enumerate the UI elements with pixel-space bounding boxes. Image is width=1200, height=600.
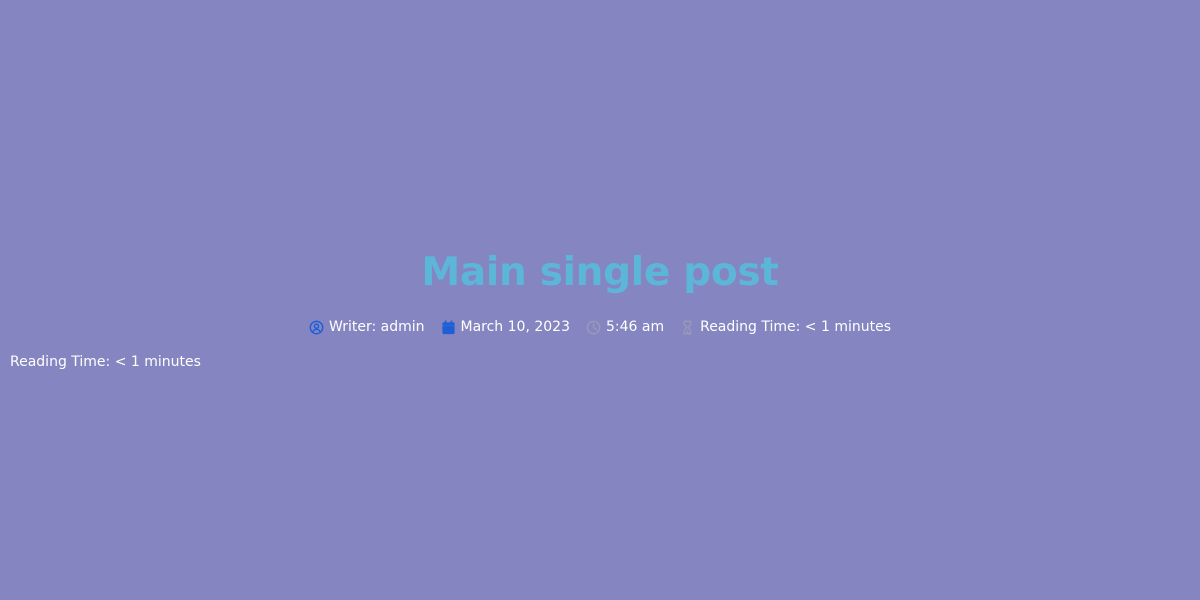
page: Main single post Writer: admin March 10,… xyxy=(0,0,1200,600)
meta-time: 5:46 am xyxy=(586,317,664,337)
content-reading-time: Reading Time: < 1 minutes xyxy=(10,354,201,370)
calendar-icon xyxy=(441,319,456,335)
meta-reading-time: Reading Time: < 1 minutes xyxy=(680,317,891,337)
user-circle-icon xyxy=(309,320,324,335)
meta-date[interactable]: March 10, 2023 xyxy=(441,317,570,337)
meta-time-text: 5:46 am xyxy=(605,319,665,335)
meta-writer[interactable]: Writer: admin xyxy=(309,317,425,337)
clock-icon xyxy=(586,320,601,335)
post-meta: Writer: admin March 10, 2023 5:46 am Rea… xyxy=(0,317,1200,337)
meta-date-text: March 10, 2023 xyxy=(460,319,570,335)
hourglass-icon xyxy=(680,320,695,335)
post-title: Main single post xyxy=(421,250,779,295)
meta-reading-time-text: Reading Time: < 1 minutes xyxy=(700,319,892,335)
meta-writer-text: Writer: admin xyxy=(328,319,425,335)
